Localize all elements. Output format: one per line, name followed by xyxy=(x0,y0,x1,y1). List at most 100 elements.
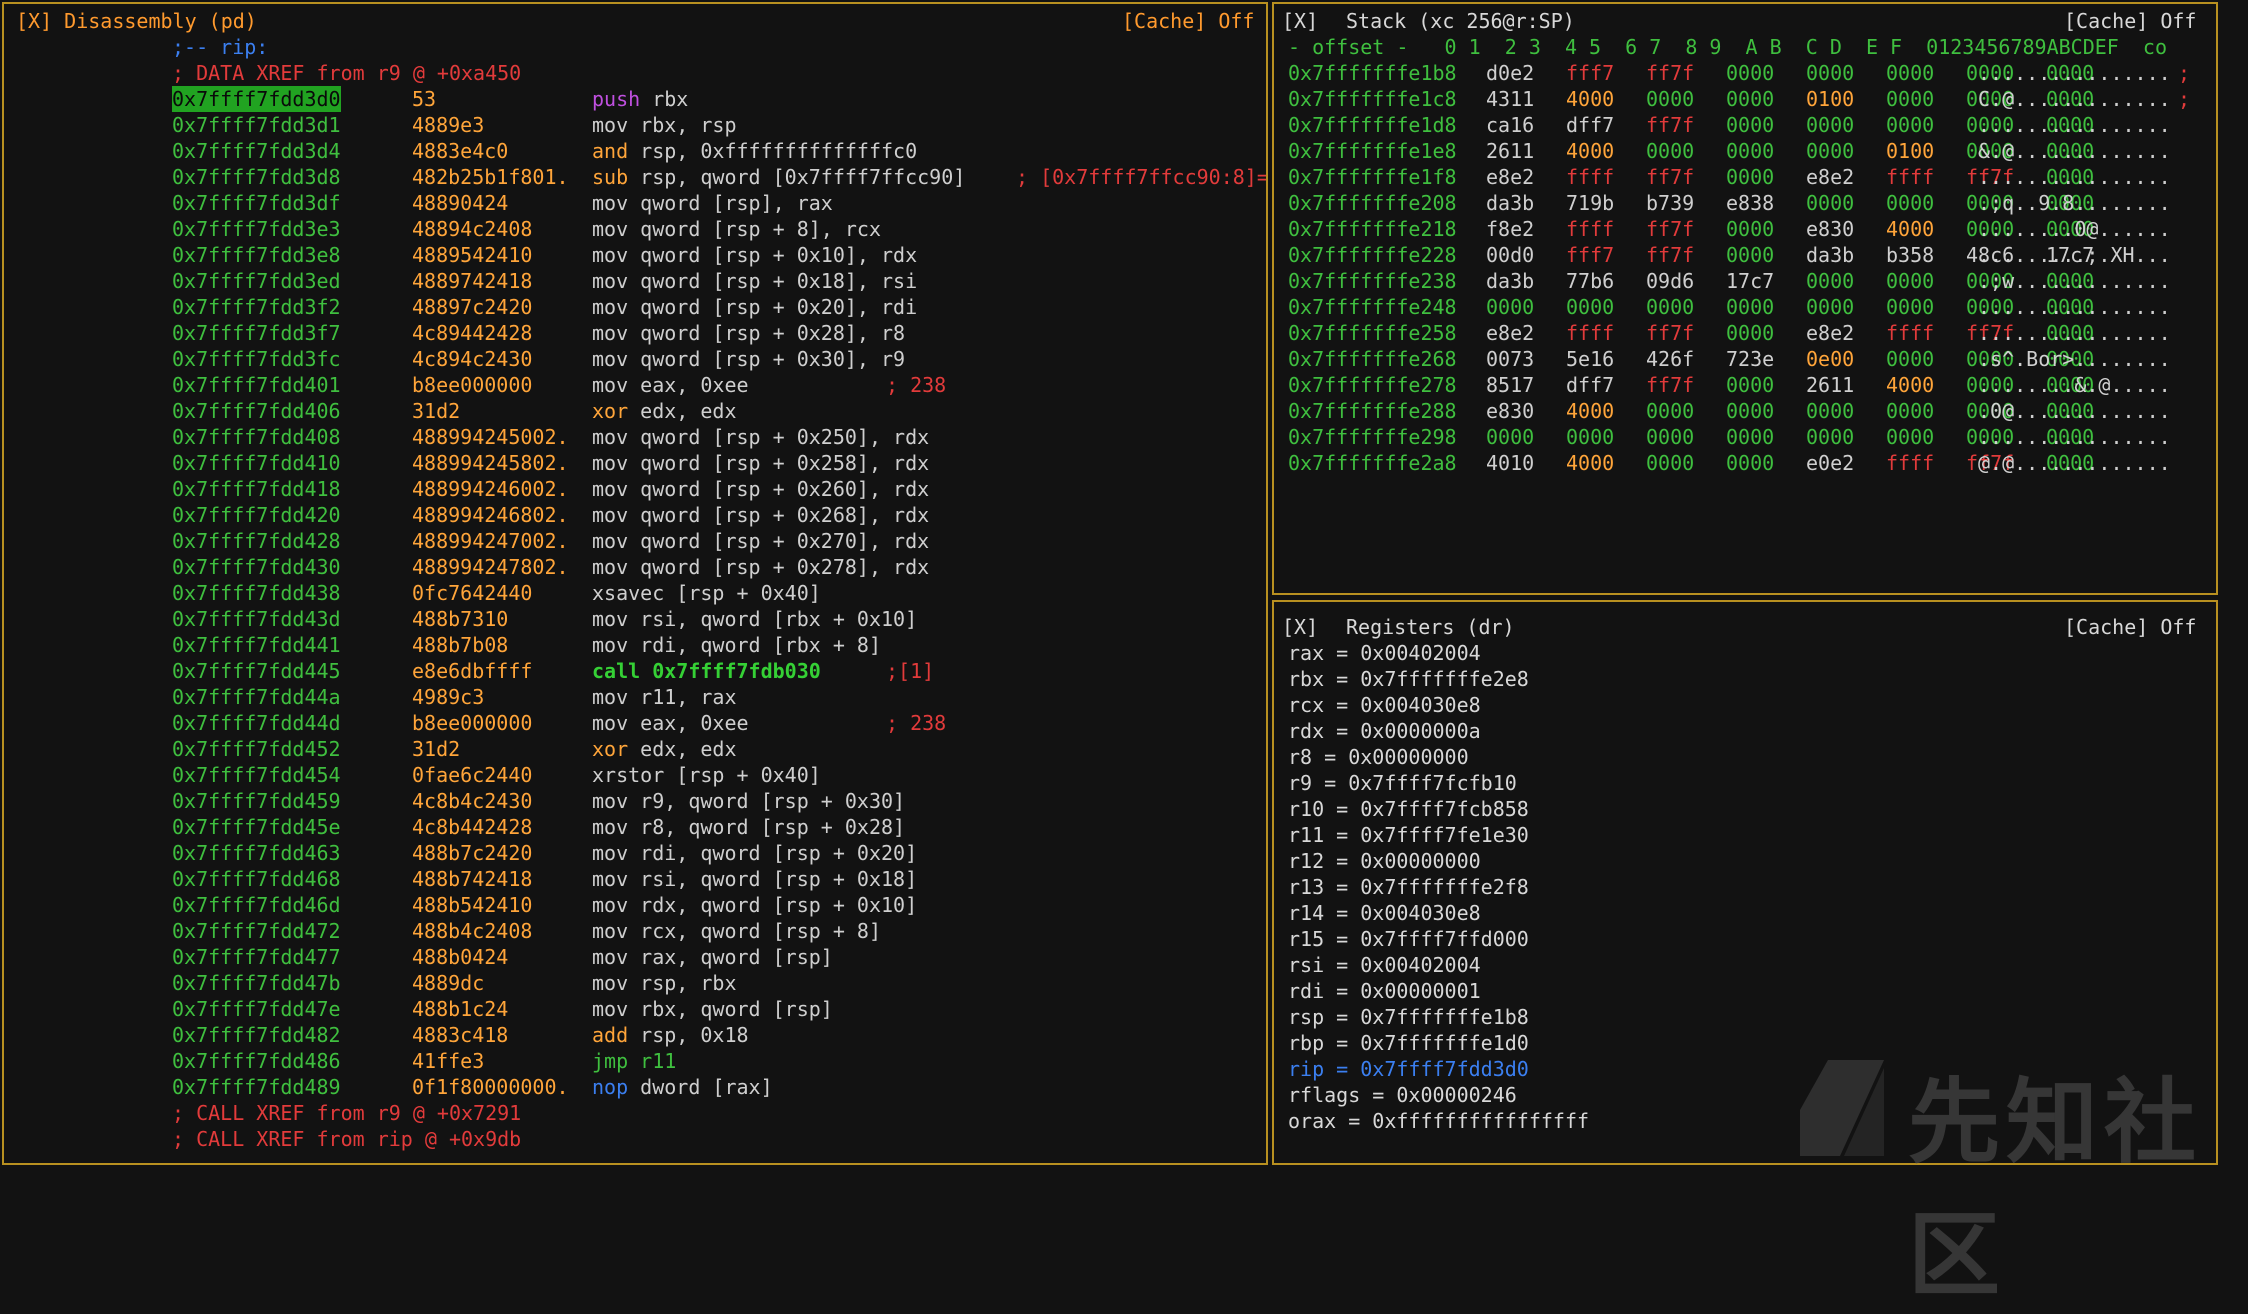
instruction-text[interactable]: mov qword [rsp + 0x10], rdx xyxy=(592,242,917,268)
instruction-address[interactable]: 0x7ffff7fdd452 xyxy=(172,736,341,762)
instruction-text[interactable]: mov rdi, qword [rsp + 0x20] xyxy=(592,840,917,866)
instruction-address[interactable]: 0x7ffff7fdd486 xyxy=(172,1048,341,1074)
instruction-address[interactable]: 0x7ffff7fdd401 xyxy=(172,372,341,398)
instruction-text[interactable]: mov r8, qword [rsp + 0x28] xyxy=(592,814,905,840)
register-row[interactable]: rcx = 0x004030e8 xyxy=(1288,692,1481,718)
register-row[interactable]: r10 = 0x7ffff7fcb858 xyxy=(1288,796,1529,822)
register-row[interactable]: r13 = 0x7fffffffe2f8 xyxy=(1288,874,1529,900)
instruction-text[interactable]: mov rax, qword [rsp] xyxy=(592,944,833,970)
instruction-text[interactable]: mov qword [rsp + 0x268], rdx xyxy=(592,502,929,528)
instruction-address[interactable]: 0x7ffff7fdd459 xyxy=(172,788,341,814)
instruction-address[interactable]: 0x7ffff7fdd454 xyxy=(172,762,341,788)
instruction-text[interactable]: xrstor [rsp + 0x40] xyxy=(592,762,821,788)
instruction-address[interactable]: 0x7ffff7fdd410 xyxy=(172,450,341,476)
register-row[interactable]: r8 = 0x00000000 xyxy=(1288,744,1469,770)
instruction-address[interactable]: 0x7ffff7fdd3f2 xyxy=(172,294,341,320)
stack-cache-toggle[interactable]: [Cache] Off xyxy=(2064,8,2196,34)
instruction-address[interactable]: 0x7ffff7fdd45e xyxy=(172,814,341,840)
instruction-text[interactable]: xor edx, edx xyxy=(592,736,737,762)
instruction-text[interactable]: mov rsi, qword [rsp + 0x18] xyxy=(592,866,917,892)
instruction-address[interactable]: 0x7ffff7fdd438 xyxy=(172,580,341,606)
instruction-text[interactable]: mov qword [rsp + 0x28], r8 xyxy=(592,320,905,346)
instruction-text[interactable]: xsavec [rsp + 0x40] xyxy=(592,580,821,606)
instruction-text[interactable]: mov rdi, qword [rbx + 8] xyxy=(592,632,881,658)
instruction-address[interactable]: 0x7ffff7fdd3d1 xyxy=(172,112,341,138)
instruction-address[interactable]: 0x7ffff7fdd420 xyxy=(172,502,341,528)
instruction-address[interactable]: 0x7ffff7fdd3ed xyxy=(172,268,341,294)
instruction-text[interactable]: call 0x7ffff7fdb030 xyxy=(592,658,821,684)
instruction-address[interactable]: 0x7ffff7fdd445 xyxy=(172,658,341,684)
instruction-address[interactable]: 0x7ffff7fdd3d8 xyxy=(172,164,341,190)
instruction-text[interactable]: mov eax, 0xee xyxy=(592,710,749,736)
instruction-address[interactable]: 0x7ffff7fdd418 xyxy=(172,476,341,502)
instruction-text[interactable]: mov qword [rsp + 0x20], rdi xyxy=(592,294,917,320)
instruction-text[interactable]: mov qword [rsp + 0x270], rdx xyxy=(592,528,929,554)
instruction-text[interactable]: mov qword [rsp], rax xyxy=(592,190,833,216)
instruction-address[interactable]: 0x7ffff7fdd482 xyxy=(172,1022,341,1048)
instruction-address[interactable]: 0x7ffff7fdd477 xyxy=(172,944,341,970)
register-row[interactable]: rbp = 0x7fffffffe1d0 xyxy=(1288,1030,1529,1056)
instruction-text[interactable]: mov rsp, rbx xyxy=(592,970,737,996)
register-row[interactable]: rdi = 0x00000001 xyxy=(1288,978,1481,1004)
instruction-address[interactable]: 0x7ffff7fdd468 xyxy=(172,866,341,892)
instruction-address[interactable]: 0x7ffff7fdd47b xyxy=(172,970,341,996)
register-row[interactable]: r15 = 0x7ffff7ffd000 xyxy=(1288,926,1529,952)
register-row[interactable]: orax = 0xffffffffffffffff xyxy=(1288,1108,1589,1134)
instruction-text[interactable]: mov r11, rax xyxy=(592,684,737,710)
instruction-address[interactable]: 0x7ffff7fdd43d xyxy=(172,606,341,632)
instruction-address[interactable]: 0x7ffff7fdd472 xyxy=(172,918,341,944)
instruction-text[interactable]: mov r9, qword [rsp + 0x30] xyxy=(592,788,905,814)
register-row[interactable]: r14 = 0x004030e8 xyxy=(1288,900,1481,926)
instruction-address[interactable]: 0x7ffff7fdd46d xyxy=(172,892,341,918)
disassembly-panel[interactable]: [X] Disassembly (pd) [Cache] Off ;-- rip… xyxy=(2,2,1268,1165)
instruction-text[interactable]: mov qword [rsp + 0x278], rdx xyxy=(592,554,929,580)
instruction-address[interactable]: 0x7ffff7fdd489 xyxy=(172,1074,341,1100)
instruction-address[interactable]: 0x7ffff7fdd430 xyxy=(172,554,341,580)
instruction-text[interactable]: mov eax, 0xee xyxy=(592,372,749,398)
instruction-address[interactable]: 0x7ffff7fdd3df xyxy=(172,190,341,216)
instruction-text[interactable]: mov rcx, qword [rsp + 8] xyxy=(592,918,881,944)
instruction-text[interactable]: push rbx xyxy=(592,86,688,112)
disassembly-cache-toggle[interactable]: [Cache] Off xyxy=(1122,8,1254,34)
instruction-text[interactable]: jmp r11 xyxy=(592,1048,676,1074)
register-row[interactable]: rip = 0x7ffff7fdd3d0 xyxy=(1288,1056,1529,1082)
instruction-address[interactable]: 0x7ffff7fdd441 xyxy=(172,632,341,658)
instruction-address[interactable]: 0x7ffff7fdd44d xyxy=(172,710,341,736)
register-row[interactable]: rflags = 0x00000246 xyxy=(1288,1082,1517,1108)
stack-close-button[interactable]: [X] xyxy=(1282,8,1318,34)
instruction-text[interactable]: mov qword [rsp + 0x260], rdx xyxy=(592,476,929,502)
instruction-text[interactable]: mov qword [rsp + 0x30], r9 xyxy=(592,346,905,372)
instruction-text[interactable]: xor edx, edx xyxy=(592,398,737,424)
instruction-text[interactable]: mov qword [rsp + 0x250], rdx xyxy=(592,424,929,450)
instruction-address[interactable]: 0x7ffff7fdd428 xyxy=(172,528,341,554)
instruction-address[interactable]: 0x7ffff7fdd463 xyxy=(172,840,341,866)
stack-panel[interactable]: [X] Stack (xc 256@r:SP) [Cache] Off - of… xyxy=(1272,2,2218,595)
register-row[interactable]: r9 = 0x7ffff7fcfb10 xyxy=(1288,770,1517,796)
instruction-address[interactable]: 0x7ffff7fdd3e8 xyxy=(172,242,341,268)
register-row[interactable]: rdx = 0x0000000a xyxy=(1288,718,1481,744)
instruction-text[interactable]: mov rdx, qword [rsp + 0x10] xyxy=(592,892,917,918)
instruction-text[interactable]: mov qword [rsp + 0x258], rdx xyxy=(592,450,929,476)
register-row[interactable]: rax = 0x00402004 xyxy=(1288,640,1481,666)
instruction-text[interactable]: mov qword [rsp + 8], rcx xyxy=(592,216,881,242)
register-row[interactable]: rsp = 0x7fffffffe1b8 xyxy=(1288,1004,1529,1030)
register-row[interactable]: r12 = 0x00000000 xyxy=(1288,848,1481,874)
instruction-text[interactable]: mov rbx, rsp xyxy=(592,112,737,138)
instruction-text[interactable]: sub rsp, qword [0x7ffff7ffcc90] xyxy=(592,164,965,190)
instruction-address[interactable]: 0x7ffff7fdd3e3 xyxy=(172,216,341,242)
instruction-address[interactable]: 0x7ffff7fdd3fc xyxy=(172,346,341,372)
instruction-address[interactable]: 0x7ffff7fdd406 xyxy=(172,398,341,424)
instruction-text[interactable]: mov rbx, qword [rsp] xyxy=(592,996,833,1022)
instruction-address[interactable]: 0x7ffff7fdd3d4 xyxy=(172,138,341,164)
instruction-text[interactable]: add rsp, 0x18 xyxy=(592,1022,749,1048)
instruction-address[interactable]: 0x7ffff7fdd408 xyxy=(172,424,341,450)
register-row[interactable]: rsi = 0x00402004 xyxy=(1288,952,1481,978)
instruction-text[interactable]: nop dword [rax] xyxy=(592,1074,773,1100)
instruction-address[interactable]: 0x7ffff7fdd3f7 xyxy=(172,320,341,346)
instruction-address[interactable]: 0x7ffff7fdd3d0 xyxy=(172,86,341,112)
register-row[interactable]: rbx = 0x7fffffffe2e8 xyxy=(1288,666,1529,692)
registers-close-button[interactable]: [X] xyxy=(1282,614,1318,640)
instruction-address[interactable]: 0x7ffff7fdd47e xyxy=(172,996,341,1022)
instruction-address[interactable]: 0x7ffff7fdd44a xyxy=(172,684,341,710)
registers-cache-toggle[interactable]: [Cache] Off xyxy=(2064,614,2196,640)
